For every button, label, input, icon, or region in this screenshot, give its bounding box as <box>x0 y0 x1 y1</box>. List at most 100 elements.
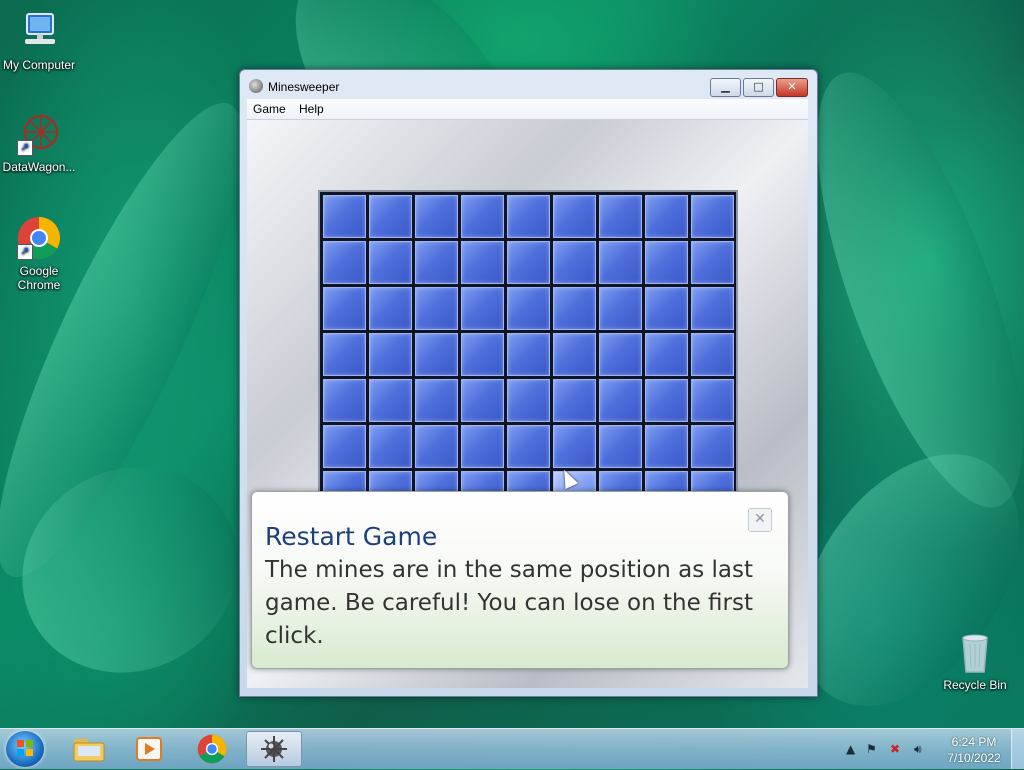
taskbar-media-player[interactable] <box>121 731 177 767</box>
mine-tile[interactable] <box>553 195 596 238</box>
mine-tile[interactable] <box>645 195 688 238</box>
mine-tile[interactable] <box>645 241 688 284</box>
chrome-icon: ↗ <box>17 216 61 260</box>
clock-time: 6:24 PM <box>951 735 997 749</box>
desktop-icon-label: DataWagon... <box>2 160 76 174</box>
start-button[interactable] <box>6 731 44 767</box>
mine-tile[interactable] <box>461 241 504 284</box>
desktop-icon-datawagon[interactable]: ↗ DataWagon... <box>0 112 78 174</box>
mine-tile[interactable] <box>461 333 504 376</box>
mine-tile[interactable] <box>323 195 366 238</box>
minefield-grid <box>323 195 734 508</box>
action-center-icon[interactable]: ⚑ <box>866 742 877 756</box>
mine-tile[interactable] <box>691 287 734 330</box>
minefield <box>318 190 738 510</box>
mine-tile[interactable] <box>507 379 550 422</box>
mine-tile[interactable] <box>415 241 458 284</box>
mine-tile[interactable] <box>691 333 734 376</box>
menu-bar: Game Help <box>247 99 808 120</box>
mine-tile[interactable] <box>599 287 642 330</box>
menu-game[interactable]: Game <box>253 102 286 116</box>
window-titlebar[interactable]: Minesweeper ▁ □ ✕ <box>240 70 817 100</box>
taskbar-minesweeper[interactable] <box>246 731 302 767</box>
mine-tile[interactable] <box>599 333 642 376</box>
mine-tile[interactable] <box>369 195 412 238</box>
shortcut-arrow-icon: ↗ <box>17 244 33 260</box>
mine-tile[interactable] <box>553 379 596 422</box>
mine-tile[interactable] <box>553 425 596 468</box>
restart-game-notification: ✕ Restart Game The mines are in the same… <box>251 491 789 669</box>
mine-tile[interactable] <box>507 333 550 376</box>
mine-tile[interactable] <box>645 333 688 376</box>
notification-title: Restart Game <box>265 522 438 551</box>
desktop-icon-google-chrome[interactable]: ↗ Google Chrome <box>0 216 78 292</box>
mine-tile[interactable] <box>323 425 366 468</box>
shortcut-arrow-icon: ↗ <box>17 140 33 156</box>
mine-tile[interactable] <box>553 241 596 284</box>
desktop-icon-label: Google Chrome <box>17 264 61 292</box>
show-hidden-icons-icon[interactable]: ▲ <box>846 742 855 756</box>
mine-tile[interactable] <box>323 333 366 376</box>
mine-tile[interactable] <box>691 379 734 422</box>
folder-icon <box>73 739 105 762</box>
mine-tile[interactable] <box>553 287 596 330</box>
mine-tile[interactable] <box>369 287 412 330</box>
close-button[interactable]: ✕ <box>776 78 808 97</box>
taskbar: ▲ ⚑ ✖ 🔊︎ 6:24 PM 7/10/2022 <box>0 728 1024 769</box>
mine-tile[interactable] <box>415 425 458 468</box>
mine-tile[interactable] <box>507 241 550 284</box>
mine-tile[interactable] <box>323 379 366 422</box>
mine-tile[interactable] <box>599 195 642 238</box>
datawagon-icon: ↗ <box>17 112 61 156</box>
clock[interactable]: 6:24 PM 7/10/2022 <box>940 734 1008 766</box>
minimize-button[interactable]: ▁ <box>710 78 741 97</box>
mine-tile[interactable] <box>323 241 366 284</box>
close-icon[interactable]: ✕ <box>748 508 772 532</box>
media-player-icon <box>136 737 162 761</box>
mine-tile[interactable] <box>415 379 458 422</box>
mine-tile[interactable] <box>599 425 642 468</box>
mine-tile[interactable] <box>369 379 412 422</box>
clock-date: 7/10/2022 <box>947 751 1001 765</box>
notification-message: The mines are in the same position as la… <box>265 557 753 649</box>
computer-icon <box>17 10 61 54</box>
show-desktop-button[interactable] <box>1011 729 1024 769</box>
mine-tile[interactable] <box>691 195 734 238</box>
desktop-icon-label: Recycle Bin <box>943 678 1007 692</box>
volume-icon[interactable]: 🔊︎ <box>914 742 922 757</box>
recycle-bin-icon <box>953 630 997 674</box>
window-title: Minesweeper <box>268 80 340 94</box>
desktop-icon-recycle-bin[interactable]: Recycle Bin <box>936 630 1014 692</box>
mine-tile[interactable] <box>645 287 688 330</box>
mine-tile[interactable] <box>415 333 458 376</box>
mine-tile[interactable] <box>461 195 504 238</box>
mine-tile[interactable] <box>461 379 504 422</box>
mine-tile[interactable] <box>415 287 458 330</box>
mine-tile[interactable] <box>645 379 688 422</box>
mine-tile[interactable] <box>507 425 550 468</box>
mine-tile[interactable] <box>323 287 366 330</box>
maximize-button[interactable]: □ <box>743 78 774 97</box>
network-disconnected-icon[interactable]: ✖ <box>890 742 900 756</box>
mine-tile[interactable] <box>553 333 596 376</box>
mine-tile[interactable] <box>461 287 504 330</box>
mine-tile[interactable] <box>507 287 550 330</box>
windows-logo-icon <box>17 740 33 756</box>
mine-tile[interactable] <box>599 379 642 422</box>
mine-tile[interactable] <box>369 333 412 376</box>
taskbar-google-chrome[interactable] <box>184 731 240 767</box>
mine-tile[interactable] <box>415 195 458 238</box>
mine-tile[interactable] <box>369 425 412 468</box>
mine-tile[interactable] <box>369 241 412 284</box>
taskbar-windows-explorer[interactable] <box>61 731 117 767</box>
mine-tile[interactable] <box>461 425 504 468</box>
mine-tile[interactable] <box>645 425 688 468</box>
menu-help[interactable]: Help <box>299 102 324 116</box>
mine-tile[interactable] <box>691 241 734 284</box>
mine-tile[interactable] <box>599 241 642 284</box>
mine-icon <box>261 736 287 762</box>
desktop-icon-my-computer[interactable]: My Computer <box>0 10 78 72</box>
mine-tile[interactable] <box>507 195 550 238</box>
desktop-icon-label: My Computer <box>2 58 76 72</box>
mine-tile[interactable] <box>691 425 734 468</box>
